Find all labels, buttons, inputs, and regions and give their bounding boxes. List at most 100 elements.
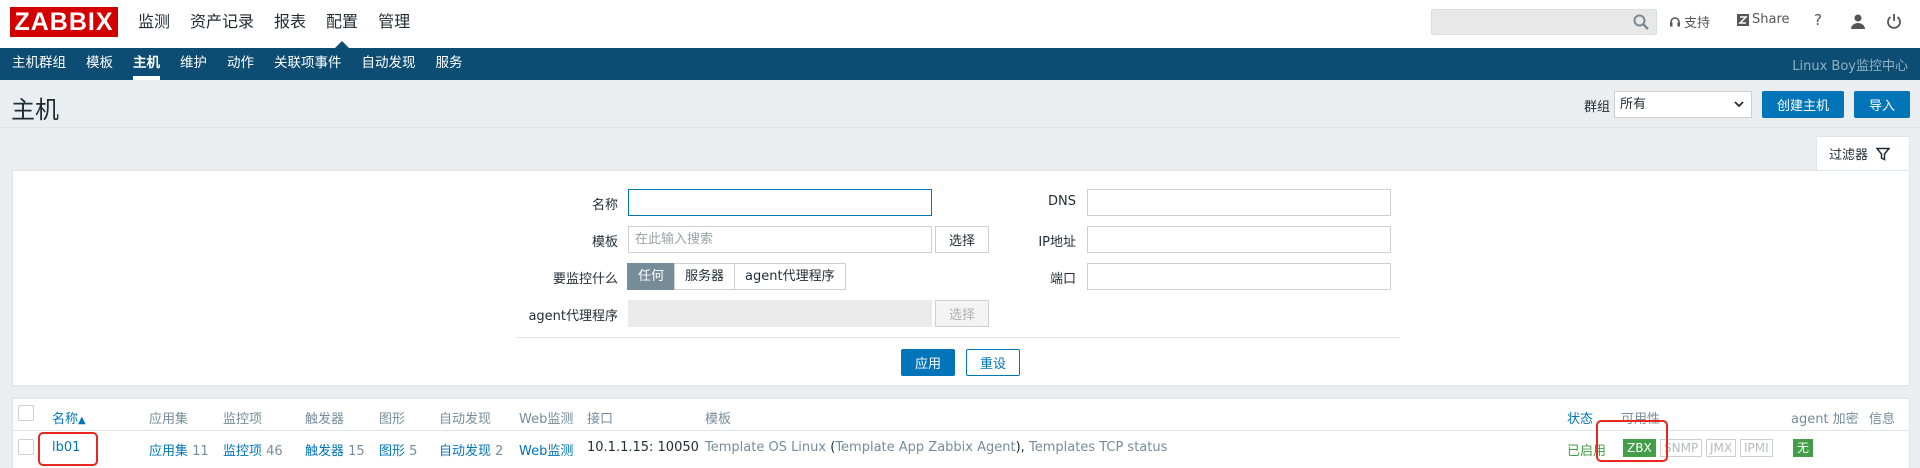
applications-link[interactable]: 应用集 xyxy=(149,444,188,459)
encryption-badge: 无 xyxy=(1793,439,1814,457)
column-header-interface: 接口 xyxy=(587,412,614,427)
graphs-count: 5 xyxy=(409,444,418,459)
main-menu-administration[interactable]: 管理 xyxy=(368,0,420,48)
monitored-by-label: 要监控什么 xyxy=(552,272,618,287)
headset-icon xyxy=(1670,16,1680,26)
monitored-by-any[interactable]: 任何 xyxy=(627,263,676,290)
availability-jmx-badge: JMX xyxy=(1706,439,1737,457)
group-select[interactable]: 所有 xyxy=(1614,91,1752,118)
template-label: 模板 xyxy=(591,235,618,250)
select-all-checkbox[interactable] xyxy=(18,405,34,421)
user-profile-icon[interactable] xyxy=(1850,13,1866,29)
template-link-zabbix-agent[interactable]: Template App Zabbix Agent xyxy=(835,440,1015,455)
name-input[interactable] xyxy=(628,189,932,216)
sub-menu-bar: 主机群组 模板 主机 维护 动作 关联项事件 自动发现 服务 Linux Boy… xyxy=(0,48,1920,80)
sub-menu-discovery[interactable]: 自动发现 xyxy=(352,48,426,80)
web-link[interactable]: Web监测 xyxy=(519,440,573,459)
row-checkbox[interactable] xyxy=(18,439,34,455)
page-title: 主机 xyxy=(11,96,59,124)
sub-menu-actions[interactable]: 动作 xyxy=(217,48,264,80)
monitored-by-server[interactable]: 服务器 xyxy=(674,263,736,290)
sub-menu-services[interactable]: 服务 xyxy=(426,48,473,80)
sub-menu-event-correlation[interactable]: 关联项事件 xyxy=(264,48,352,80)
graphs-cell: 图形 5 xyxy=(379,440,417,459)
header-divider xyxy=(0,127,1920,128)
chevron-down-icon xyxy=(1734,101,1744,108)
sub-menu-host-groups[interactable]: 主机群组 xyxy=(2,48,76,80)
share-link[interactable]: Share xyxy=(1737,12,1790,27)
logout-icon[interactable] xyxy=(1886,13,1902,29)
applications-cell: 应用集 11 xyxy=(149,440,209,459)
column-header-items: 监控项 xyxy=(223,412,263,427)
search-icon[interactable] xyxy=(1632,13,1650,31)
main-menu-reports[interactable]: 报表 xyxy=(264,0,316,48)
filter-tab[interactable]: 过滤器 xyxy=(1816,136,1910,170)
items-link[interactable]: 监控项 xyxy=(223,444,262,459)
column-header-name-label: 名称 xyxy=(52,412,79,427)
column-header-graphs: 图形 xyxy=(379,412,406,427)
port-label: 端口 xyxy=(1049,272,1076,287)
dns-label: DNS xyxy=(1048,194,1076,209)
templates-cell: Template OS Linux (Template App Zabbix A… xyxy=(705,440,1167,455)
template-link-tcp-status[interactable]: Templates TCP status xyxy=(1029,440,1167,455)
name-label: 名称 xyxy=(591,198,618,213)
template-placeholder: 在此输入搜索 xyxy=(635,232,714,247)
discovery-cell: 自动发现 2 xyxy=(439,440,503,459)
import-button[interactable]: 导入 xyxy=(1854,91,1910,118)
discovery-count: 2 xyxy=(495,444,504,459)
sub-menu: 主机群组 模板 主机 维护 动作 关联项事件 自动发现 服务 xyxy=(2,48,473,80)
main-menu-monitoring[interactable]: 监测 xyxy=(128,0,180,48)
template-link-os-linux[interactable]: Template OS Linux xyxy=(705,440,826,455)
items-cell: 监控项 46 xyxy=(223,440,283,459)
column-header-name[interactable]: 名称▲ xyxy=(52,408,86,427)
triggers-cell: 触发器 15 xyxy=(305,440,365,459)
highlight-zbx-availability xyxy=(1596,420,1668,462)
help-icon[interactable]: ? xyxy=(1814,11,1822,29)
top-bar: ZABBIX 监测 资产记录 报表 配置 管理 支持 Share ? xyxy=(0,0,1920,48)
group-select-value: 所有 xyxy=(1620,97,1647,112)
triggers-count: 15 xyxy=(348,444,365,459)
apply-button[interactable]: 应用 xyxy=(901,349,955,376)
column-header-web: Web监测 xyxy=(519,412,574,427)
column-header-triggers: 触发器 xyxy=(305,412,345,427)
column-header-templates: 模板 xyxy=(705,412,732,427)
filter-separator xyxy=(516,337,1400,338)
sub-menu-maintenance[interactable]: 维护 xyxy=(170,48,217,80)
main-menu-inventory[interactable]: 资产记录 xyxy=(180,0,264,48)
create-host-button[interactable]: 创建主机 xyxy=(1762,91,1844,118)
share-label: Share xyxy=(1752,12,1790,27)
monitored-by-segmented: 任何 服务器 agent代理程序 xyxy=(627,263,846,290)
monitored-by-proxy[interactable]: agent代理程序 xyxy=(734,263,846,290)
triggers-link[interactable]: 触发器 xyxy=(305,444,344,459)
column-header-info: 信息 xyxy=(1869,412,1896,427)
global-search-input[interactable] xyxy=(1431,9,1657,35)
zabbix-logo[interactable]: ZABBIX xyxy=(10,7,118,37)
highlight-host-name xyxy=(38,432,98,466)
support-link[interactable]: 支持 xyxy=(1669,12,1710,31)
column-header-encryption: agent 加密 xyxy=(1791,412,1859,427)
sub-menu-templates[interactable]: 模板 xyxy=(76,48,123,80)
reset-button[interactable]: 重设 xyxy=(966,349,1020,376)
dns-input[interactable] xyxy=(1087,189,1391,216)
filter-panel xyxy=(12,170,1910,386)
main-menu: 监测 资产记录 报表 配置 管理 xyxy=(128,0,420,48)
applications-count: 11 xyxy=(192,444,209,459)
sub-menu-hosts[interactable]: 主机 xyxy=(123,48,170,80)
ip-input[interactable] xyxy=(1087,226,1391,253)
server-name: Linux Boy监控中心 xyxy=(1792,59,1908,74)
zabbix-share-icon xyxy=(1737,13,1749,26)
items-count: 46 xyxy=(266,444,283,459)
template-input[interactable]: 在此输入搜索 xyxy=(628,226,932,253)
main-menu-configuration[interactable]: 配置 xyxy=(316,0,368,48)
proxy-select-button: 选择 xyxy=(935,300,989,327)
discovery-link[interactable]: 自动发现 xyxy=(439,444,491,459)
sort-ascending-icon: ▲ xyxy=(78,415,86,426)
group-filter-label: 群组 xyxy=(1584,100,1611,115)
graphs-link[interactable]: 图形 xyxy=(379,444,405,459)
column-header-applications: 应用集 xyxy=(149,412,189,427)
template-paren-close: ), xyxy=(1015,440,1025,455)
proxy-label: agent代理程序 xyxy=(528,309,618,324)
port-input[interactable] xyxy=(1087,263,1391,290)
template-select-button[interactable]: 选择 xyxy=(935,226,989,253)
column-header-status[interactable]: 状态 xyxy=(1567,408,1593,427)
